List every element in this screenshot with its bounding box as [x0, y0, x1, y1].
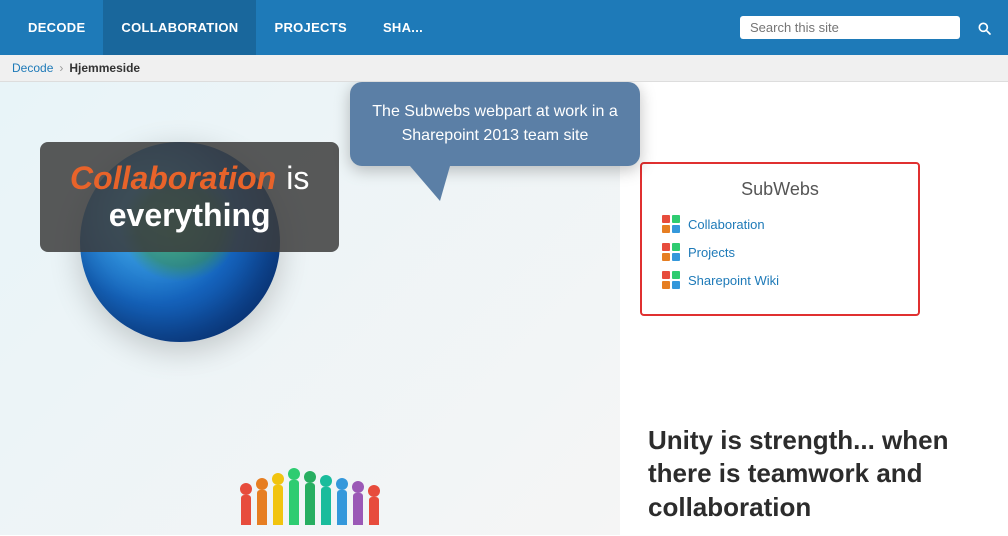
- subwebs-link-projects[interactable]: Projects: [662, 243, 898, 261]
- subwebs-link-sharepoint-wiki[interactable]: Sharepoint Wiki: [662, 271, 898, 289]
- breadcrumb: Decode › Hjemmeside: [0, 55, 1008, 82]
- search-area: ▼: [740, 16, 960, 39]
- sp-icon-collaboration: [662, 215, 680, 233]
- person-figure: [304, 471, 316, 525]
- search-dropdown-arrow[interactable]: ▼: [927, 22, 937, 33]
- people-illustration: [0, 468, 620, 535]
- hero-line1: Collaboration is: [70, 160, 309, 197]
- search-input[interactable]: [750, 20, 925, 35]
- person-figure: [352, 481, 364, 525]
- person-figure: [368, 485, 380, 525]
- subwebs-link-text-sharepoint-wiki: Sharepoint Wiki: [688, 273, 779, 288]
- person-figure: [272, 473, 284, 525]
- breadcrumb-separator: ›: [59, 61, 63, 75]
- subwebs-link-text-collaboration: Collaboration: [688, 217, 765, 232]
- sp-icon-projects: [662, 243, 680, 261]
- nav-bar: DECODE COLLABORATION PROJECTS SHA... ▼: [0, 0, 1008, 55]
- hero-text-banner: Collaboration is everything: [40, 142, 339, 252]
- search-icon: [976, 20, 992, 36]
- person-figure: [288, 468, 300, 525]
- quote-text: Unity is strength... when there is teamw…: [648, 424, 988, 525]
- main-content: Collaboration is everything The Subwebs …: [0, 82, 1008, 535]
- nav-item-collaboration[interactable]: COLLABORATION: [103, 0, 256, 55]
- person-figure: [256, 478, 268, 525]
- sp-icon-sharepoint-wiki: [662, 271, 680, 289]
- nav-item-sha[interactable]: SHA...: [365, 0, 441, 55]
- subwebs-link-collaboration[interactable]: Collaboration: [662, 215, 898, 233]
- tooltip-box: The Subwebs webpart at work in a Sharepo…: [350, 82, 640, 166]
- tooltip-callout: The Subwebs webpart at work in a Sharepo…: [350, 82, 640, 201]
- subwebs-title: SubWebs: [662, 179, 898, 200]
- person-figure: [336, 478, 348, 525]
- right-panel: SubWebs Collaboration Projects: [620, 82, 1008, 535]
- hero-collaboration-word: Collaboration: [70, 160, 276, 197]
- person-figure: [240, 483, 252, 525]
- breadcrumb-parent[interactable]: Decode: [12, 61, 53, 75]
- breadcrumb-current: Hjemmeside: [69, 61, 140, 75]
- nav-item-decode[interactable]: DECODE: [10, 0, 103, 55]
- nav-item-projects[interactable]: PROJECTS: [256, 0, 364, 55]
- hero-is-word: is: [286, 160, 309, 197]
- person-figure: [320, 475, 332, 525]
- tooltip-tail: [410, 166, 450, 201]
- hero-line2: everything: [70, 197, 309, 234]
- nav-items: DECODE COLLABORATION PROJECTS SHA...: [10, 0, 740, 55]
- subwebs-box: SubWebs Collaboration Projects: [640, 162, 920, 316]
- subwebs-link-text-projects: Projects: [688, 245, 735, 260]
- search-button[interactable]: [970, 14, 998, 42]
- tooltip-text: The Subwebs webpart at work in a Sharepo…: [372, 103, 617, 144]
